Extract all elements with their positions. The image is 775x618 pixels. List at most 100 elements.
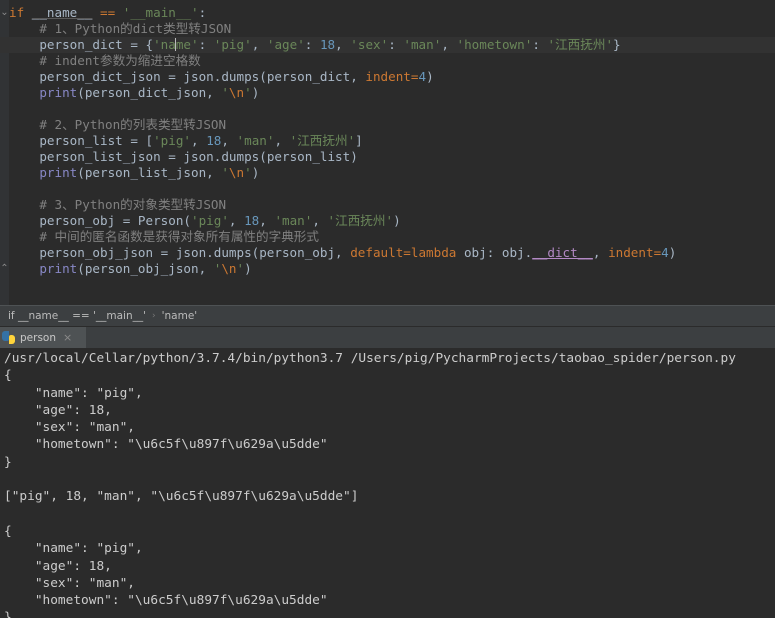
code-token: : — [198, 5, 207, 20]
code-editor-pane[interactable]: ⌄ ⌃ if __name__ == '__main__': # 1、Pytho… — [0, 0, 775, 305]
line-print-list[interactable]: print(person_list_json, '\n') — [9, 165, 775, 181]
breadcrumb[interactable]: if __name__ == '__main__' › 'name' — [0, 305, 775, 326]
code-token: default — [350, 245, 404, 260]
code-token: = json.dumps(person_list) — [160, 149, 358, 164]
code-token: 'pig' — [213, 37, 252, 52]
console-line: { — [4, 368, 12, 384]
line-list-dumps[interactable]: person_list_json = json.dumps(person_lis… — [9, 149, 775, 165]
code-token: # 1、Python的dict类型转JSON — [39, 21, 232, 36]
code-token: ) — [668, 245, 677, 260]
console-line: /usr/local/Cellar/python/3.7.4/bin/pytho… — [4, 351, 736, 366]
close-icon[interactable]: × — [63, 332, 72, 343]
code-token: person_dict — [39, 37, 123, 52]
code-token: ' — [244, 165, 252, 180]
code-token: # indent参数为缩进空格数 — [39, 53, 201, 68]
code-token: \n — [228, 85, 245, 100]
console-line: "hometown": "\u6c5f\u897f\u629a\u5dde" — [4, 437, 328, 453]
code-token: if — [9, 5, 25, 20]
line-comment-3[interactable]: # 3、Python的对象类型转JSON — [9, 197, 775, 213]
code-token: '__main__' — [122, 5, 199, 20]
code-token: 18 — [206, 133, 222, 148]
code-token: __dict__ — [532, 245, 593, 260]
editor-code-area[interactable]: if __name__ == '__main__': # 1、Python的di… — [0, 5, 775, 277]
code-token: : — [532, 37, 548, 52]
code-token: print — [39, 261, 78, 276]
console-line: { — [4, 523, 12, 539]
code-token: 'man' — [274, 213, 313, 228]
code-token: , — [251, 37, 267, 52]
code-token: ' — [244, 85, 252, 100]
code-token: __name__ — [31, 5, 93, 20]
console-line: "sex": "man", — [4, 420, 135, 436]
run-tab-label: person — [20, 331, 56, 344]
code-token: indent — [608, 245, 654, 260]
code-token: '江西抚州' — [327, 213, 394, 228]
code-token: '江西抚州' — [289, 133, 356, 148]
console-line: "hometown": "\u6c5f\u897f\u629a\u5dde" — [4, 593, 328, 609]
line-print-obj[interactable]: print(person_obj_json, '\n') — [9, 261, 775, 277]
breadcrumb-item-0[interactable]: if __name__ == '__main__' — [8, 310, 146, 322]
line-person-list[interactable]: person_list = ['pig', 18, 'man', '江西抚州'] — [9, 133, 775, 149]
console-line: } — [4, 454, 12, 470]
code-token: ' — [221, 165, 229, 180]
code-token: person_dict_json — [39, 69, 161, 84]
code-token: , — [228, 213, 245, 228]
console-line: "age": 18, — [4, 558, 112, 574]
python-logo-icon — [2, 331, 15, 344]
fold-open-arrow-icon[interactable]: ⌄ — [0, 7, 9, 18]
code-token: ' — [221, 85, 229, 100]
code-token: 18 — [244, 213, 260, 228]
line-comment-lambda[interactable]: # 中间的匿名函数是获得对象所有属性的字典形式 — [9, 229, 775, 245]
line-person-dict[interactable]: person_dict = {'name': 'pig', 'age': 18,… — [0, 37, 775, 53]
line-blank-2[interactable] — [9, 181, 775, 197]
line-person-obj[interactable]: person_obj = Person('pig', 18, 'man', '江… — [9, 213, 775, 229]
code-token: print — [39, 165, 78, 180]
code-token: , — [191, 133, 207, 148]
console-text: /usr/local/Cellar/python/3.7.4/bin/pytho… — [4, 350, 736, 618]
line-dict-dumps[interactable]: person_dict_json = json.dumps(person_dic… — [9, 69, 775, 85]
line-blank-1[interactable] — [9, 101, 775, 117]
code-token: \n — [221, 261, 237, 276]
code-token: } — [613, 37, 621, 52]
code-token: person_list — [39, 133, 123, 148]
code-token: = Person( — [115, 213, 191, 228]
console-line: "sex": "man", — [4, 575, 135, 591]
breadcrumb-item-1[interactable]: 'name' — [162, 310, 198, 322]
code-token: ) — [426, 69, 434, 84]
console-line: ["pig", 18, "man", "\u6c5f\u897f\u629a\u… — [4, 489, 359, 505]
code-token: 'sex' — [350, 37, 389, 52]
code-token: (person_dict_json, — [77, 85, 222, 100]
code-token: person_obj — [39, 213, 116, 228]
line-print-dict[interactable]: print(person_dict_json, '\n') — [9, 85, 775, 101]
code-token: 4 — [661, 245, 669, 260]
code-token: , — [335, 37, 351, 52]
code-token: 'man' — [403, 37, 442, 52]
line-obj-dumps[interactable]: person_obj_json = json.dumps(person_obj,… — [9, 245, 775, 261]
code-token: = [ — [122, 133, 154, 148]
code-token: # 中间的匿名函数是获得对象所有属性的字典形式 — [39, 229, 319, 244]
line-comment-1[interactable]: # 1、Python的dict类型转JSON — [9, 21, 775, 37]
code-token: indent — [365, 69, 411, 84]
run-console-tabbar[interactable]: person × — [0, 326, 775, 349]
run-tab-person[interactable]: person × — [0, 326, 86, 349]
fold-close-arrow-icon[interactable]: ⌃ — [0, 263, 9, 274]
line-comment-indent[interactable]: # indent参数为缩进空格数 — [9, 53, 775, 69]
code-token: 4 — [418, 69, 427, 84]
run-console-output[interactable]: /usr/local/Cellar/python/3.7.4/bin/pytho… — [0, 348, 775, 618]
console-line: "name": "pig", — [4, 385, 143, 401]
code-token: 'pig' — [153, 133, 192, 148]
line-comment-2[interactable]: # 2、Python的列表类型转JSON — [9, 117, 775, 133]
line-if-main[interactable]: if __name__ == '__main__': — [9, 5, 775, 21]
code-token: ) — [244, 261, 252, 276]
